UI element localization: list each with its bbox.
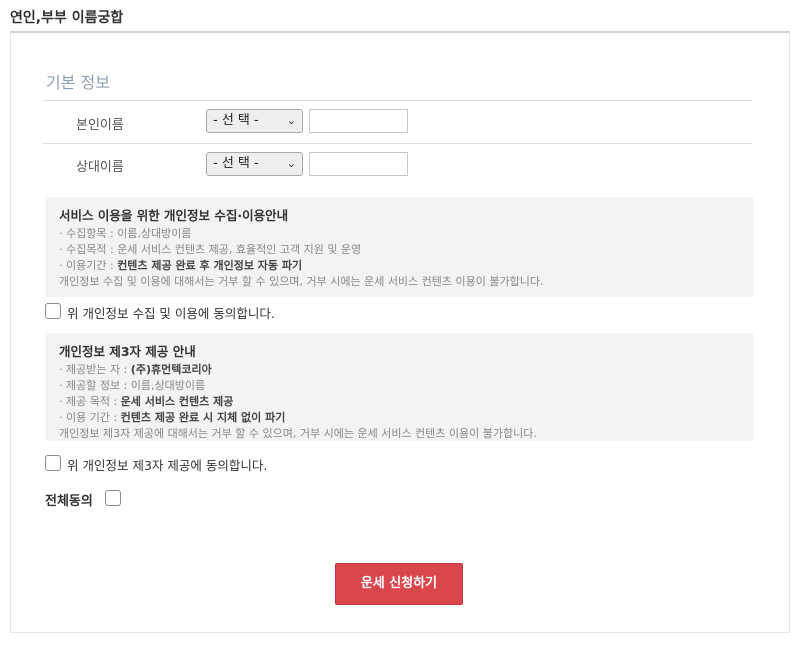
divider <box>43 143 752 144</box>
privacy-collect-title: 서비스 이용을 위한 개인정보 수집·이용안내 <box>59 208 289 223</box>
my-name-select[interactable]: - 선 택 - ⌄ <box>206 109 303 133</box>
third-note: 개인정보 제3자 제공에 대해서는 거부 할 수 있으며, 거부 시에는 운세 … <box>59 427 537 440</box>
third-recipient-line: · 제공받는 자 : (주)휴먼텍코리아 <box>59 363 212 376</box>
partner-name-select[interactable]: - 선 택 - ⌄ <box>206 152 303 176</box>
partner-name-select-value: - 선 택 - <box>213 156 259 171</box>
privacy-third-agree-label[interactable]: 위 개인정보 제3자 제공에 동의합니다. <box>67 455 267 474</box>
collect-note: 개인정보 수집 및 이용에 대해서는 거부 할 수 있으며, 거부 시에는 운세… <box>59 275 544 288</box>
page-header: 연인,부부 이름궁합 <box>0 0 800 34</box>
partner-name-input[interactable] <box>309 152 408 176</box>
third-period-line: · 이용 기간 : 컨텐츠 제공 완료 시 지체 없이 파기 <box>59 411 286 424</box>
my-name-select-value: - 선 택 - <box>213 113 259 128</box>
collect-item-line: · 수집항목 : 이름,상대방이름 <box>59 227 192 240</box>
privacy-third-party-notice: 개인정보 제3자 제공 안내 · 제공받는 자 : (주)휴먼텍코리아 · 제공… <box>45 333 753 441</box>
privacy-third-title: 개인정보 제3자 제공 안내 <box>59 344 196 359</box>
privacy-collect-agree-label[interactable]: 위 개인정보 수집 및 이용에 동의합니다. <box>67 303 275 322</box>
basic-info-title: 기본 정보 <box>46 73 110 92</box>
divider <box>43 100 752 101</box>
my-name-input[interactable] <box>309 109 408 133</box>
my-name-label: 본인이름 <box>76 118 124 133</box>
collect-purpose-line: · 수집목적 : 운세 서비스 컨텐츠 제공, 효율적인 고객 지원 및 운영 <box>59 243 362 256</box>
privacy-third-checkbox[interactable] <box>45 455 61 471</box>
all-agree-checkbox[interactable] <box>105 490 121 506</box>
third-info-line: · 제공할 정보 : 이름,상대방이름 <box>59 379 206 392</box>
third-purpose-line: · 제공 목적 : 운세 서비스 컨텐츠 제공 <box>59 395 234 408</box>
collect-period-line: · 이용기간 : 컨텐츠 제공 완료 후 개인정보 자동 파기 <box>59 259 303 272</box>
chevron-down-icon: ⌄ <box>286 114 296 127</box>
partner-name-label: 상대이름 <box>76 160 124 175</box>
privacy-collect-checkbox[interactable] <box>45 303 61 319</box>
submit-fortune-button[interactable]: 운세 신청하기 <box>335 563 463 605</box>
all-agree-label[interactable]: 전체동의 <box>45 490 93 509</box>
privacy-collect-notice: 서비스 이용을 위한 개인정보 수집·이용안내 · 수집항목 : 이름,상대방이… <box>45 197 753 297</box>
chevron-down-icon: ⌄ <box>286 157 296 170</box>
page-title: 연인,부부 이름궁합 <box>10 10 124 26</box>
